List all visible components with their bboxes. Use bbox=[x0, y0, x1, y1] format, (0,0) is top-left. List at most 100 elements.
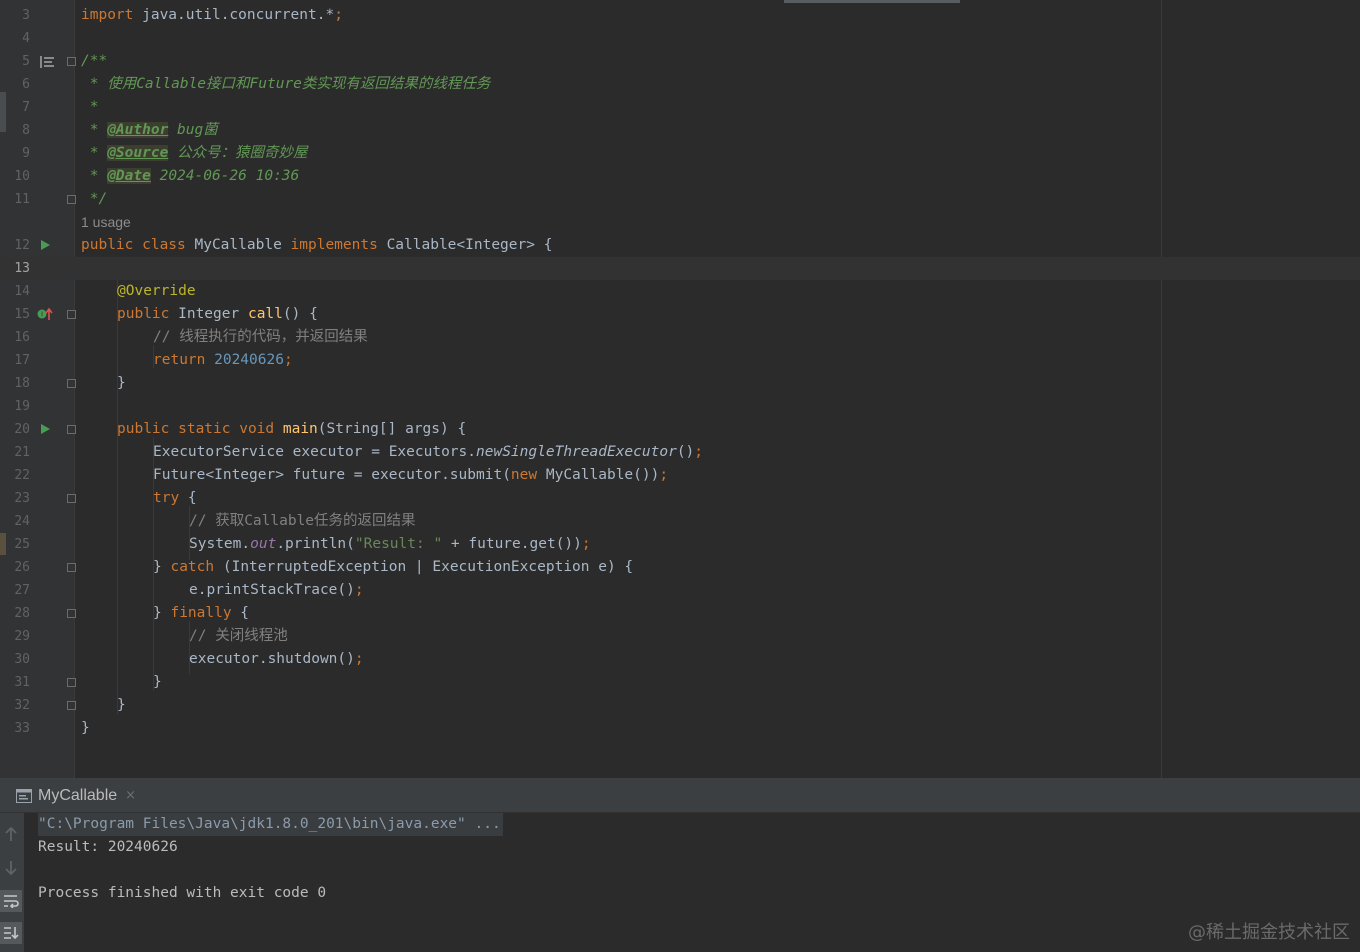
fold-marker[interactable] bbox=[67, 563, 76, 572]
code-text: */ bbox=[81, 191, 108, 207]
code-line[interactable]: 18 } bbox=[0, 372, 1360, 395]
code-line[interactable]: 21 ExecutorService executor = Executors.… bbox=[0, 441, 1360, 464]
fold-marker[interactable] bbox=[67, 379, 76, 388]
code-line[interactable]: 19 bbox=[0, 395, 1360, 418]
toggle-rendered-view-icon[interactable] bbox=[40, 56, 54, 68]
code-text: } bbox=[117, 697, 126, 713]
line-number: 17 bbox=[14, 353, 30, 368]
console-output[interactable]: "C:\Program Files\Java\jdk1.8.0_201\bin\… bbox=[38, 813, 503, 905]
fold-marker[interactable] bbox=[67, 609, 76, 618]
code-text: public class MyCallable implements Calla… bbox=[81, 237, 553, 253]
code-line[interactable]: 11 */ bbox=[0, 188, 1360, 211]
code-line[interactable]: 25 System.out.println("Result: " + futur… bbox=[0, 533, 1360, 556]
line-number: 4 bbox=[22, 31, 30, 46]
run-panel: MyCallable × "C:\Program Files\Java\jdk1… bbox=[0, 778, 1360, 952]
usage-hint-row[interactable]: 1 usage bbox=[0, 211, 1360, 234]
code-text: Future<Integer> future = executor.submit… bbox=[153, 467, 669, 483]
code-text: * @Source 公众号：猿圈奇妙屋 bbox=[81, 145, 308, 161]
line-number: 25 bbox=[14, 537, 30, 552]
code-line[interactable]: 9 * @Source 公众号：猿圈奇妙屋 bbox=[0, 142, 1360, 165]
code-line[interactable]: 24 // 获取Callable任务的返回结果 bbox=[0, 510, 1360, 533]
usage-hint[interactable]: 1 usage bbox=[81, 211, 131, 234]
code-text: public static void main(String[] args) { bbox=[117, 421, 467, 437]
code-line[interactable]: 5 /** bbox=[0, 50, 1360, 73]
fold-marker[interactable] bbox=[67, 57, 76, 66]
code-text: // 线程执行的代码，并返回结果 bbox=[153, 329, 368, 345]
fold-marker[interactable] bbox=[67, 310, 76, 319]
code-line[interactable]: 14 @Override bbox=[0, 280, 1360, 303]
line-number: 13 bbox=[14, 261, 30, 276]
code-line[interactable]: 7 * bbox=[0, 96, 1360, 119]
code-line[interactable]: 31 } bbox=[0, 671, 1360, 694]
run-toolbar bbox=[0, 813, 24, 952]
code-line[interactable]: 29 // 关闭线程池 bbox=[0, 625, 1360, 648]
fold-marker[interactable] bbox=[67, 195, 76, 204]
up-arrow-icon[interactable] bbox=[0, 823, 22, 845]
code-line[interactable]: 15 public Integer call() { bbox=[0, 303, 1360, 326]
code-line[interactable]: 16 // 线程执行的代码，并返回结果 bbox=[0, 326, 1360, 349]
code-text: import java.util.concurrent.*; bbox=[81, 7, 343, 23]
svg-text:I: I bbox=[41, 311, 43, 319]
code-line[interactable]: 3 import java.util.concurrent.*; bbox=[0, 4, 1360, 27]
line-number: 19 bbox=[14, 399, 30, 414]
line-number: 10 bbox=[14, 169, 30, 184]
console-icon bbox=[16, 788, 32, 803]
code-line[interactable]: 8 * @Author bug菌 bbox=[0, 119, 1360, 142]
close-icon[interactable]: × bbox=[125, 788, 136, 803]
fold-marker[interactable] bbox=[67, 701, 76, 710]
run-tab-label: MyCallable bbox=[38, 786, 118, 804]
run-tab[interactable]: MyCallable × bbox=[10, 779, 136, 812]
line-number: 3 bbox=[22, 8, 30, 23]
code-text: } bbox=[153, 674, 162, 690]
scroll-to-end-icon[interactable] bbox=[0, 922, 22, 944]
code-editor[interactable]: 3 import java.util.concurrent.*; 4 5 /**… bbox=[0, 0, 1360, 778]
soft-wrap-icon[interactable] bbox=[0, 890, 22, 912]
code-line[interactable]: 27 e.printStackTrace(); bbox=[0, 579, 1360, 602]
console-line: "C:\Program Files\Java\jdk1.8.0_201\bin\… bbox=[38, 813, 503, 836]
code-line[interactable]: 22 Future<Integer> future = executor.sub… bbox=[0, 464, 1360, 487]
fold-marker[interactable] bbox=[67, 678, 76, 687]
code-line[interactable]: 23 try { bbox=[0, 487, 1360, 510]
code-line-current[interactable]: 13 bbox=[0, 257, 1360, 280]
fold-marker[interactable] bbox=[67, 494, 76, 503]
code-text: try { bbox=[153, 490, 197, 506]
code-text: * bbox=[81, 99, 99, 115]
code-line[interactable]: 4 bbox=[0, 27, 1360, 50]
line-number: 27 bbox=[14, 583, 30, 598]
code-text: executor.shutdown(); bbox=[189, 651, 364, 667]
line-number: 31 bbox=[14, 675, 30, 690]
code-line[interactable]: 26 } catch (InterruptedException | Execu… bbox=[0, 556, 1360, 579]
code-text: @Override bbox=[117, 283, 196, 299]
code-line[interactable]: 17 return 20240626; bbox=[0, 349, 1360, 372]
line-number: 5 bbox=[22, 54, 30, 69]
code-text: e.printStackTrace(); bbox=[189, 582, 364, 598]
line-number: 29 bbox=[14, 629, 30, 644]
line-number: 20 bbox=[14, 422, 30, 437]
down-arrow-icon[interactable] bbox=[0, 857, 22, 879]
fold-marker[interactable] bbox=[67, 425, 76, 434]
line-number: 26 bbox=[14, 560, 30, 575]
code-line[interactable]: 28 } finally { bbox=[0, 602, 1360, 625]
code-line[interactable]: 32 } bbox=[0, 694, 1360, 717]
run-tab-bar: MyCallable × bbox=[0, 779, 1360, 813]
code-line[interactable]: 33 } bbox=[0, 717, 1360, 740]
line-number: 30 bbox=[14, 652, 30, 667]
line-number: 22 bbox=[14, 468, 30, 483]
horizontal-scroll-thumb[interactable] bbox=[784, 0, 960, 3]
code-line[interactable]: 6 * 使用Callable接口和Future类实现有返回结果的线程任务 bbox=[0, 73, 1360, 96]
run-class-icon[interactable] bbox=[41, 240, 50, 250]
code-line[interactable]: 10 * @Date 2024-06-26 10:36 bbox=[0, 165, 1360, 188]
code-text: * 使用Callable接口和Future类实现有返回结果的线程任务 bbox=[81, 76, 491, 92]
code-text: System.out.println("Result: " + future.g… bbox=[189, 536, 591, 552]
code-line[interactable]: 12 public class MyCallable implements Ca… bbox=[0, 234, 1360, 257]
code-line[interactable]: 20 public static void main(String[] args… bbox=[0, 418, 1360, 441]
console-command-line[interactable]: "C:\Program Files\Java\jdk1.8.0_201\bin\… bbox=[38, 813, 503, 836]
run-main-icon[interactable] bbox=[41, 424, 50, 434]
line-number: 24 bbox=[14, 514, 30, 529]
line-number: 14 bbox=[14, 284, 30, 299]
line-number: 7 bbox=[22, 100, 30, 115]
line-number: 8 bbox=[22, 123, 30, 138]
line-number: 23 bbox=[14, 491, 30, 506]
code-line[interactable]: 30 executor.shutdown(); bbox=[0, 648, 1360, 671]
implements-method-icon[interactable]: I bbox=[37, 307, 53, 321]
